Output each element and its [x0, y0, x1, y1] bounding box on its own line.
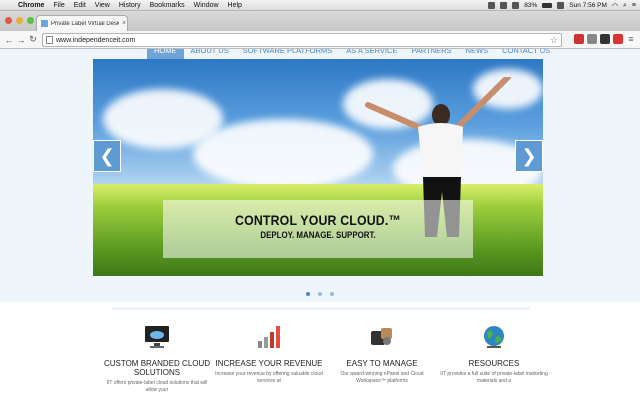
wifi-icon[interactable]: ◠: [612, 2, 618, 10]
address-bar[interactable]: www.independenceit.com ☆: [42, 33, 562, 47]
nav-about-us[interactable]: ABOUT US: [184, 49, 236, 59]
hero-subline: DEPLOY. MANAGE. SUPPORT.: [260, 230, 376, 240]
feature-custom-branded: CUSTOM BRANDED CLOUD SOLUTIONS IIT offer…: [102, 325, 212, 394]
cloud-shape: [193, 119, 373, 189]
page-icon: [46, 36, 53, 44]
monitor-cloud-icon: [145, 326, 169, 348]
battery-icon[interactable]: [542, 3, 553, 8]
feature-increase-revenue: INCREASE YOUR REVENUE Increase your reve…: [214, 325, 324, 385]
menu-window[interactable]: Window: [194, 2, 219, 9]
url-text[interactable]: www.independenceit.com: [56, 37, 135, 44]
browser-tab[interactable]: Private Label Virtual Deskt ×: [36, 15, 128, 31]
extensions: ≡: [574, 34, 636, 44]
bar-chart-icon: [258, 326, 280, 348]
nav-news[interactable]: NEWS: [459, 49, 496, 59]
nav-contact-us[interactable]: CONTACT US: [495, 49, 557, 59]
slider-dot[interactable]: [330, 292, 334, 296]
hero-headline: CONTROL YOUR CLOUD.™: [235, 212, 401, 228]
extension-red-icon[interactable]: [613, 34, 623, 44]
slider-dot[interactable]: [306, 292, 310, 296]
feature-title: CUSTOM BRANDED CLOUD SOLUTIONS: [103, 359, 211, 377]
forward-icon[interactable]: →: [15, 35, 27, 45]
tab-strip: Private Label Virtual Deskt ×: [0, 11, 640, 31]
menu-bookmarks[interactable]: Bookmarks: [150, 2, 185, 9]
menu-file[interactable]: File: [53, 2, 64, 9]
battery-percent[interactable]: 83%: [524, 2, 537, 9]
menu-help[interactable]: Help: [228, 2, 242, 9]
feature-resources: RESOURCES IIT provides a full suite of p…: [439, 325, 549, 385]
bluetooth-icon[interactable]: [512, 2, 520, 9]
bookmark-star-icon[interactable]: ☆: [550, 35, 558, 46]
hero-caption: CONTROL YOUR CLOUD.™ DEPLOY. MANAGE. SUP…: [163, 200, 473, 258]
tools-icon: [371, 328, 392, 345]
feature-desc: Our award-winning nPanel and Cloud Works…: [340, 371, 424, 384]
slider-prev-button[interactable]: ❮: [93, 140, 121, 172]
feature-desc: Increase your revenue by offering valuab…: [215, 371, 323, 384]
nav-as-a-service[interactable]: AS A SERVICE: [339, 49, 404, 59]
hero-slider: CONTROL YOUR CLOUD.™ DEPLOY. MANAGE. SUP…: [93, 59, 543, 276]
nav-partners[interactable]: PARTNERS: [404, 49, 458, 59]
feature-desc: IIT offers private-label cloud solutions…: [106, 380, 208, 393]
menu-view[interactable]: View: [95, 2, 110, 9]
menu-edit[interactable]: Edit: [74, 2, 86, 9]
feature-title: EASY TO MANAGE: [346, 359, 418, 368]
window-controls: [5, 17, 34, 24]
slider-dots: [306, 292, 334, 296]
chrome-menu-icon[interactable]: ≡: [626, 34, 636, 44]
favicon-icon: [41, 20, 48, 27]
feature-title: RESOURCES: [468, 359, 520, 368]
nav-software-platforms[interactable]: SOFTWARE PLATFORMS: [236, 49, 340, 59]
globe-icon: [484, 326, 504, 348]
feature-easy-to-manage: EASY TO MANAGE Our award-winning nPanel …: [327, 325, 437, 385]
extension-badge-icon[interactable]: [574, 34, 584, 44]
browser-toolbar: ← → ↻ www.independenceit.com ☆ ≡: [0, 31, 640, 49]
os-menubar: Chrome File Edit View History Bookmarks …: [0, 0, 640, 11]
reload-icon[interactable]: ↻: [27, 34, 39, 45]
close-tab-icon[interactable]: ×: [122, 20, 126, 27]
nav-home[interactable]: HOME: [147, 49, 184, 59]
menubar-clock[interactable]: Sun 7:56 PM: [569, 2, 607, 9]
minimize-window-button[interactable]: [16, 17, 23, 24]
zoom-window-button[interactable]: [27, 17, 34, 24]
status-area: 83% Sun 7:56 PM ◠ ⌕ ≡: [488, 0, 636, 11]
menu-app-name[interactable]: Chrome: [18, 2, 44, 9]
slider-next-button[interactable]: ❯: [515, 140, 543, 172]
extension-glasses-icon[interactable]: [600, 34, 610, 44]
features-divider: [112, 307, 530, 310]
search-icon[interactable]: ⌕: [623, 2, 627, 10]
slider-dot[interactable]: [318, 292, 322, 296]
dropbox-icon[interactable]: [488, 2, 496, 9]
close-window-button[interactable]: [5, 17, 12, 24]
back-icon[interactable]: ←: [3, 35, 15, 45]
site-nav: HOME ABOUT US SOFTWARE PLATFORMS AS A SE…: [147, 49, 557, 59]
extension-gear-icon[interactable]: [587, 34, 597, 44]
feature-title: INCREASE YOUR REVENUE: [215, 359, 323, 368]
sync-icon[interactable]: [500, 2, 508, 9]
web-page: HOME ABOUT US SOFTWARE PLATFORMS AS A SE…: [0, 49, 640, 400]
menu-history[interactable]: History: [119, 2, 141, 9]
list-icon[interactable]: ≡: [632, 2, 636, 9]
volume-icon[interactable]: [557, 2, 565, 9]
tab-title: Private Label Virtual Deskt: [51, 20, 119, 27]
feature-desc: IIT provides a full suite of private-lab…: [440, 371, 548, 384]
